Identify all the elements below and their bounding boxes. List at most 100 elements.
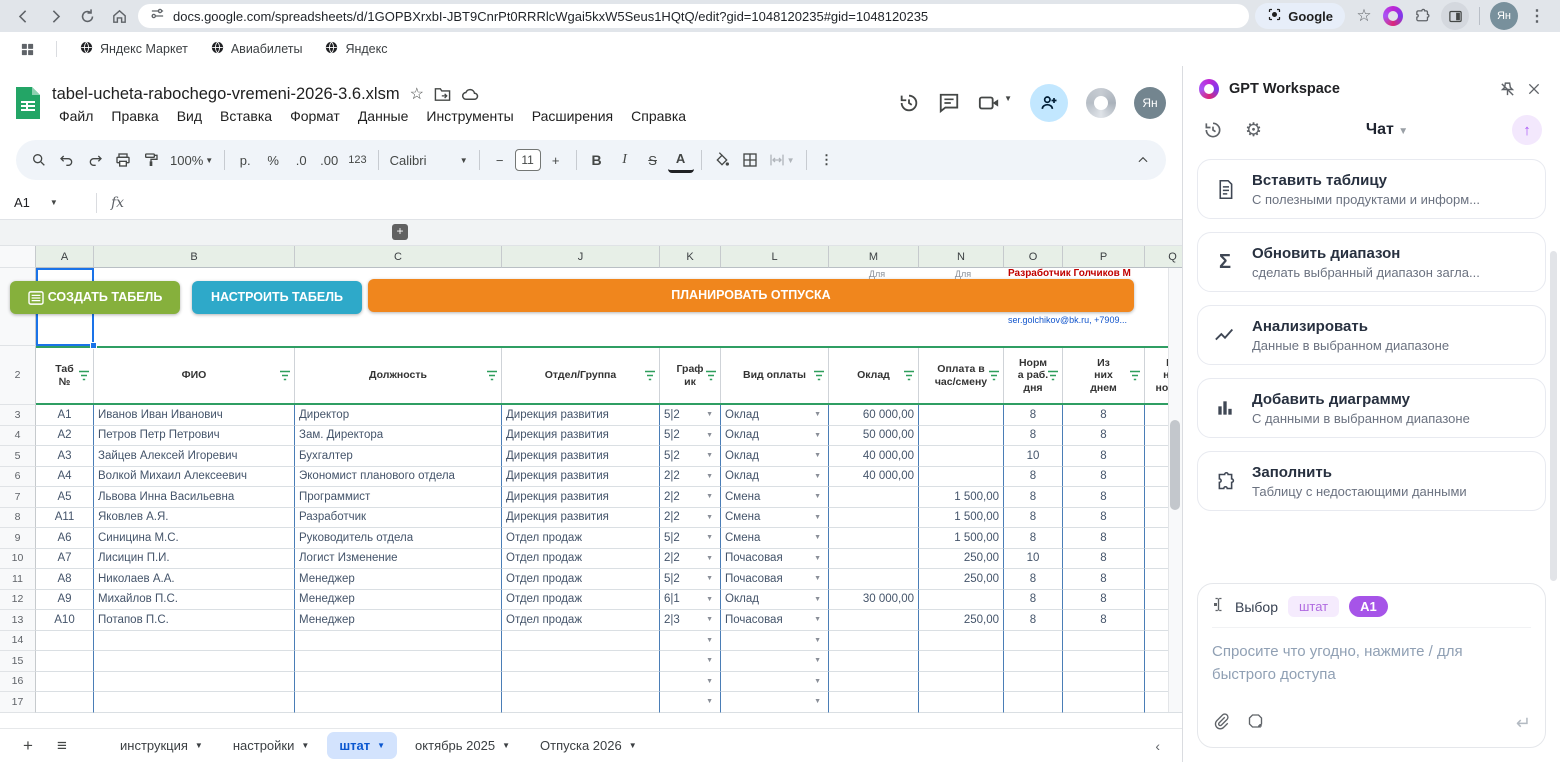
- cell[interactable]: [829, 610, 919, 631]
- side-panel-icon[interactable]: [1441, 2, 1469, 30]
- font-size-input[interactable]: 11: [515, 149, 541, 171]
- forward-icon[interactable]: [42, 3, 68, 29]
- tab-menu-icon[interactable]: ▼: [195, 741, 203, 750]
- cell[interactable]: Менеджер: [295, 590, 502, 611]
- format-percent-button[interactable]: %: [260, 147, 286, 173]
- gpt-card-trend[interactable]: АнализироватьДанные в выбранном диапазон…: [1197, 305, 1546, 365]
- cell[interactable]: 250,00: [919, 549, 1004, 570]
- cell[interactable]: [919, 590, 1004, 611]
- cell[interactable]: Петров Петр Петрович: [94, 426, 295, 447]
- cell[interactable]: 250,00: [919, 569, 1004, 590]
- cell[interactable]: 50 000,00: [829, 426, 919, 447]
- cell[interactable]: [1004, 631, 1063, 652]
- cell[interactable]: A6: [36, 528, 94, 549]
- unpin-icon[interactable]: [1499, 81, 1516, 98]
- add-image-icon[interactable]: [1246, 712, 1265, 735]
- row-header[interactable]: 12: [0, 590, 36, 611]
- cell[interactable]: Смена▼: [721, 528, 829, 549]
- paint-format-icon[interactable]: [138, 147, 164, 173]
- cell[interactable]: A3: [36, 446, 94, 467]
- cell[interactable]: 8: [1063, 549, 1145, 570]
- cell[interactable]: [919, 692, 1004, 713]
- row-header[interactable]: 5: [0, 446, 36, 467]
- cell[interactable]: 5|2▼: [660, 446, 721, 467]
- italic-button[interactable]: I: [612, 147, 638, 173]
- cell[interactable]: Дирекция развития: [502, 446, 660, 467]
- cell[interactable]: ▼: [660, 672, 721, 693]
- zoom-select[interactable]: 100%▼: [166, 147, 217, 173]
- bookmark-item[interactable]: Авиабилеты: [204, 37, 309, 61]
- cell[interactable]: 250,00: [919, 610, 1004, 631]
- cell[interactable]: [919, 405, 1004, 426]
- cell[interactable]: [919, 631, 1004, 652]
- sheet-tab[interactable]: штат▼: [327, 732, 397, 759]
- cell[interactable]: A8: [36, 569, 94, 590]
- cell[interactable]: [502, 692, 660, 713]
- search-icon[interactable]: [26, 147, 52, 173]
- bookmark-star-icon[interactable]: ☆: [1351, 3, 1377, 29]
- cell-dropdown-icon[interactable]: ▼: [706, 575, 716, 582]
- table-column-header[interactable]: Таб №: [36, 348, 94, 403]
- cell[interactable]: Михайлов П.С.: [94, 590, 295, 611]
- cell[interactable]: 60 000,00: [829, 405, 919, 426]
- cell[interactable]: Иванов Иван Иванович: [94, 405, 295, 426]
- sheet-tab[interactable]: инструкция▼: [108, 732, 215, 759]
- cell[interactable]: [829, 569, 919, 590]
- sheet-tab[interactable]: настройки▼: [221, 732, 321, 759]
- column-header[interactable]: M: [829, 246, 919, 268]
- meet-camera-icon[interactable]: ▼: [978, 94, 1012, 112]
- menu-item[interactable]: Расширения: [525, 106, 620, 126]
- table-column-header[interactable]: Вид оплаты: [721, 348, 829, 403]
- font-size-decrease[interactable]: −: [487, 147, 513, 173]
- cell[interactable]: [919, 426, 1004, 447]
- font-size-increase[interactable]: +: [543, 147, 569, 173]
- redo-icon[interactable]: [82, 147, 108, 173]
- cell[interactable]: 10: [1004, 549, 1063, 570]
- row-header[interactable]: 7: [0, 487, 36, 508]
- scroll-tabs-icon[interactable]: ‹: [1155, 738, 1160, 754]
- decrease-decimal-button[interactable]: .0: [288, 147, 314, 173]
- font-select[interactable]: Calibri▼: [386, 147, 472, 173]
- menu-item[interactable]: Вид: [170, 106, 209, 126]
- sheet-chip[interactable]: штат: [1288, 596, 1339, 617]
- row-header[interactable]: 15: [0, 651, 36, 672]
- cell-dropdown-icon[interactable]: ▼: [706, 657, 716, 664]
- cell[interactable]: 8: [1004, 528, 1063, 549]
- cell[interactable]: Дирекция развития: [502, 426, 660, 447]
- cell-chip[interactable]: A1: [1349, 596, 1388, 617]
- tab-menu-icon[interactable]: ▼: [502, 741, 510, 750]
- cell[interactable]: Дирекция развития: [502, 467, 660, 488]
- cell[interactable]: ▼: [660, 692, 721, 713]
- cell[interactable]: [94, 692, 295, 713]
- cell-dropdown-icon[interactable]: ▼: [706, 616, 716, 623]
- cell[interactable]: [1063, 672, 1145, 693]
- row-header[interactable]: 6: [0, 467, 36, 488]
- cell[interactable]: [502, 651, 660, 672]
- settings-gear-icon[interactable]: ⚙: [1245, 119, 1262, 142]
- column-header[interactable]: J: [502, 246, 660, 268]
- cell[interactable]: 8: [1063, 487, 1145, 508]
- cell[interactable]: A9: [36, 590, 94, 611]
- cell[interactable]: 8: [1004, 405, 1063, 426]
- cell[interactable]: Дирекция развития: [502, 487, 660, 508]
- table-column-header[interactable]: Оклад: [829, 348, 919, 403]
- cell[interactable]: 2|2▼: [660, 508, 721, 529]
- cell[interactable]: 2|2▼: [660, 487, 721, 508]
- chat-input[interactable]: Спросите что угодно, нажмите / для быстр…: [1212, 640, 1512, 706]
- reload-icon[interactable]: [74, 3, 100, 29]
- cell[interactable]: [829, 672, 919, 693]
- cell[interactable]: [829, 631, 919, 652]
- more-options-icon[interactable]: ⋮: [814, 147, 840, 173]
- fill-color-button[interactable]: [709, 147, 735, 173]
- cell-dropdown-icon[interactable]: ▼: [706, 698, 716, 705]
- cell[interactable]: 8: [1063, 528, 1145, 549]
- add-sheet-icon[interactable]: +: [14, 732, 42, 760]
- cell[interactable]: A5: [36, 487, 94, 508]
- table-column-header[interactable]: Должность: [295, 348, 502, 403]
- cell[interactable]: 8: [1063, 446, 1145, 467]
- cell-dropdown-icon[interactable]: ▼: [706, 473, 716, 480]
- cell[interactable]: [1004, 692, 1063, 713]
- cell-dropdown-icon[interactable]: ▼: [814, 698, 824, 705]
- cell[interactable]: [94, 631, 295, 652]
- cell-dropdown-icon[interactable]: ▼: [706, 411, 716, 418]
